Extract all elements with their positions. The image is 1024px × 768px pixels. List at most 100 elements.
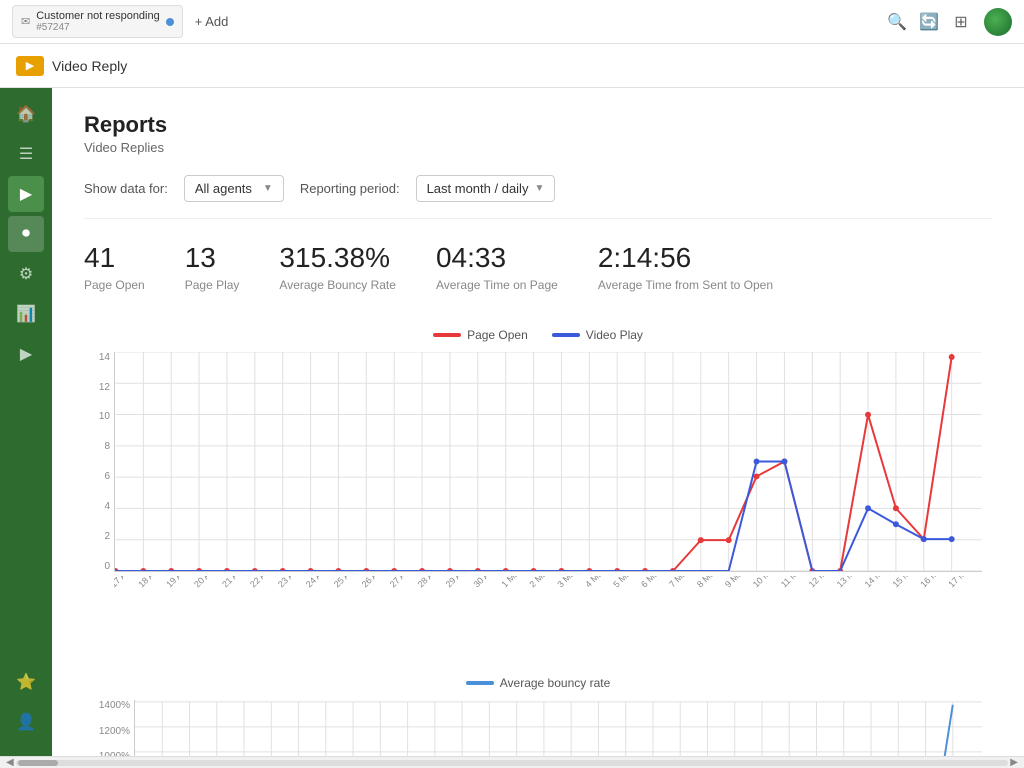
svg-text:13 May: 13 May bbox=[835, 576, 863, 589]
period-chevron-icon: ▼ bbox=[534, 183, 544, 194]
video-reply-icon: ▶ bbox=[16, 56, 44, 76]
chart1-svg bbox=[114, 352, 982, 572]
topbar: ✉ Customer not responding #57247 + Add 🔍… bbox=[0, 0, 1024, 44]
sidebar-item-profile[interactable]: 👤 bbox=[8, 704, 44, 740]
chart2-area: Average bouncy rate 1400% 1200% 1000% 80… bbox=[84, 676, 992, 756]
legend-color-bouncy bbox=[466, 681, 494, 685]
svg-text:22 April: 22 April bbox=[248, 576, 276, 589]
legend-bouncy-rate: Average bouncy rate bbox=[466, 676, 611, 690]
svg-text:4 May: 4 May bbox=[583, 576, 608, 589]
stat-label-bounce-rate: Average Bouncy Rate bbox=[279, 278, 396, 292]
chart1-xlabels: 17 April 18 April 19 April 20 April 21 A… bbox=[114, 576, 982, 626]
chart2-svg bbox=[134, 700, 982, 756]
svg-text:16 May: 16 May bbox=[918, 576, 946, 589]
chart1-legend: Page Open Video Play bbox=[84, 328, 992, 342]
svg-text:26 April: 26 April bbox=[360, 576, 388, 589]
legend-color-page-open bbox=[433, 333, 461, 337]
chart1-area: Page Open Video Play 14 12 10 8 6 4 2 0 bbox=[84, 328, 992, 626]
page-title: Reports bbox=[84, 112, 992, 138]
svg-text:7 May: 7 May bbox=[667, 576, 692, 589]
sidebar-item-video[interactable]: ▶ bbox=[8, 176, 44, 212]
svg-text:2 May: 2 May bbox=[527, 576, 552, 589]
agent-value: All agents bbox=[195, 181, 252, 196]
sidebar-item-record[interactable]: ⏺ bbox=[8, 216, 44, 252]
svg-text:25 April: 25 April bbox=[332, 576, 360, 589]
chart2-legend: Average bouncy rate bbox=[84, 676, 992, 690]
tab-icon: ✉ bbox=[21, 15, 30, 28]
stats-row: 41 Page Open 13 Page Play 315.38% Averag… bbox=[84, 243, 992, 312]
svg-text:3 May: 3 May bbox=[555, 576, 580, 589]
sidebar-item-home[interactable]: 🏠 bbox=[8, 96, 44, 132]
legend-label-bouncy: Average bouncy rate bbox=[500, 676, 611, 690]
chart1-yaxis: 14 12 10 8 6 4 2 0 bbox=[86, 352, 110, 572]
reporting-label: Reporting period: bbox=[300, 181, 400, 196]
stat-page-open: 41 Page Open bbox=[84, 243, 145, 292]
grid-icon[interactable]: ⊞ bbox=[952, 13, 970, 31]
svg-text:12 May: 12 May bbox=[807, 576, 835, 589]
svg-text:27 April: 27 April bbox=[388, 576, 416, 589]
chart1-wrapper: 14 12 10 8 6 4 2 0 bbox=[114, 352, 982, 626]
svg-text:15 May: 15 May bbox=[891, 576, 919, 589]
stat-label-time-on-page: Average Time on Page bbox=[436, 278, 558, 292]
sidebar-item-star[interactable]: ⭐ bbox=[8, 664, 44, 700]
tab-id: #57247 bbox=[36, 22, 160, 33]
topbar-actions: 🔍 🔄 ⊞ bbox=[888, 8, 1012, 36]
scroll-right-arrow[interactable]: ▶ bbox=[1008, 757, 1020, 768]
svg-text:29 April: 29 April bbox=[444, 576, 472, 589]
tab-title: Customer not responding bbox=[36, 10, 160, 22]
svg-text:28 April: 28 April bbox=[416, 576, 444, 589]
chart2-wrapper: 1400% 1200% 1000% 800% 600% 400% 200% bbox=[134, 700, 982, 756]
period-select[interactable]: Last month / daily ▼ bbox=[416, 175, 556, 202]
legend-page-open: Page Open bbox=[433, 328, 528, 342]
svg-text:6 May: 6 May bbox=[639, 576, 664, 589]
svg-text:5 May: 5 May bbox=[611, 576, 636, 589]
svg-text:11 May: 11 May bbox=[779, 576, 807, 589]
sidebar-item-settings[interactable]: ⚙ bbox=[8, 256, 44, 292]
legend-color-video-play bbox=[552, 333, 580, 337]
svg-text:1 May: 1 May bbox=[499, 576, 524, 589]
sidebar-item-tickets[interactable]: ☰ bbox=[8, 136, 44, 172]
svg-text:21 April: 21 April bbox=[220, 576, 248, 589]
add-button[interactable]: + Add bbox=[195, 14, 229, 29]
svg-text:9 May: 9 May bbox=[723, 576, 748, 589]
legend-label-page-open: Page Open bbox=[467, 328, 528, 342]
stat-time-on-page: 04:33 Average Time on Page bbox=[436, 243, 558, 292]
stat-label-page-open: Page Open bbox=[84, 278, 145, 292]
stat-page-play: 13 Page Play bbox=[185, 243, 240, 292]
sidebar-item-play2[interactable]: ▶ bbox=[8, 336, 44, 372]
stat-bounce-rate: 315.38% Average Bouncy Rate bbox=[279, 243, 396, 292]
horizontal-scrollbar[interactable]: ◀ ▶ bbox=[0, 756, 1024, 768]
search-icon[interactable]: 🔍 bbox=[888, 13, 906, 31]
period-value: Last month / daily bbox=[427, 181, 529, 196]
agent-select[interactable]: All agents ▼ bbox=[184, 175, 284, 202]
svg-text:17 May: 17 May bbox=[946, 576, 974, 589]
page-subtitle: Video Replies bbox=[84, 140, 992, 155]
active-tab[interactable]: ✉ Customer not responding #57247 bbox=[12, 5, 183, 38]
legend-label-video-play: Video Play bbox=[586, 328, 643, 342]
tab-indicator bbox=[166, 18, 174, 26]
refresh-icon[interactable]: 🔄 bbox=[920, 13, 938, 31]
stat-value-time-on-page: 04:33 bbox=[436, 243, 558, 274]
stat-label-time-sent-open: Average Time from Sent to Open bbox=[598, 278, 773, 292]
avatar[interactable] bbox=[984, 8, 1012, 36]
stat-value-page-open: 41 bbox=[84, 243, 145, 274]
chart2-yaxis: 1400% 1200% 1000% 800% 600% 400% 200% bbox=[84, 700, 130, 756]
content-area: Reports Video Replies Show data for: All… bbox=[52, 88, 1024, 756]
stat-value-page-play: 13 bbox=[185, 243, 240, 274]
scroll-left-arrow[interactable]: ◀ bbox=[4, 757, 16, 768]
scroll-thumb[interactable] bbox=[18, 760, 58, 766]
svg-text:20 April: 20 April bbox=[192, 576, 220, 589]
svg-text:19 April: 19 April bbox=[164, 576, 192, 589]
chart1-xaxis-svg: 17 April 18 April 19 April 20 April 21 A… bbox=[114, 576, 982, 626]
stat-label-page-play: Page Play bbox=[185, 278, 240, 292]
svg-text:8 May: 8 May bbox=[695, 576, 720, 589]
stat-value-bounce-rate: 315.38% bbox=[279, 243, 396, 274]
filters-row: Show data for: All agents ▼ Reporting pe… bbox=[84, 175, 992, 219]
scroll-track[interactable] bbox=[16, 760, 1009, 766]
agent-chevron-icon: ▼ bbox=[263, 183, 273, 194]
svg-text:30 April: 30 April bbox=[472, 576, 500, 589]
sidebar-item-reports[interactable]: 📊 bbox=[8, 296, 44, 332]
subbar-title: Video Reply bbox=[52, 58, 127, 74]
show-data-label: Show data for: bbox=[84, 181, 168, 196]
svg-text:18 April: 18 April bbox=[136, 576, 164, 589]
